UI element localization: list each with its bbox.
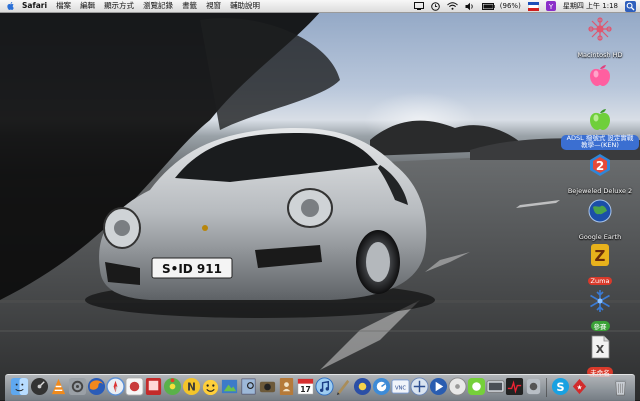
media-app-icon[interactable] xyxy=(467,377,486,396)
bejeweled-icon: 2 xyxy=(590,154,610,176)
vlc-icon[interactable] xyxy=(49,377,68,396)
flag-icon[interactable] xyxy=(527,1,539,11)
adium-icon[interactable] xyxy=(201,377,220,396)
menu-bookmarks[interactable]: 書籤 xyxy=(182,0,197,12)
poker-app-icon[interactable]: ★ xyxy=(570,377,589,396)
desktop-icon-snowflake[interactable]: 參賽 xyxy=(560,288,640,333)
trash-icon[interactable] xyxy=(611,377,630,396)
wifi-icon[interactable] xyxy=(446,2,458,10)
desktop-icon-label: Zuma xyxy=(587,277,613,285)
google-earth-icon xyxy=(588,199,612,223)
desktop-icon-label: 參賽 xyxy=(590,321,610,331)
desktop-icon-apple-green[interactable]: ADSL 撥號式 設定實戰教學—(KEN) xyxy=(560,106,640,151)
svg-text:2: 2 xyxy=(596,159,604,173)
dashboard-icon[interactable] xyxy=(30,377,49,396)
menu-help[interactable]: 輔助說明 xyxy=(230,0,260,12)
apple-menu-icon[interactable] xyxy=(6,1,16,11)
menu-status-area: (96%) Y 星期四 上午 1:18 xyxy=(407,0,636,12)
safari-icon[interactable] xyxy=(106,377,125,396)
desktop-icon-apple-pink[interactable] xyxy=(560,62,640,88)
desktop-icon-document[interactable]: X 未命名 xyxy=(560,334,640,379)
firefox-icon[interactable] xyxy=(87,377,106,396)
battery-percentage: (96%) xyxy=(499,2,521,10)
desktop-icon-label: Macintosh HD xyxy=(577,51,623,59)
photo-booth-icon[interactable] xyxy=(144,377,163,396)
activity-monitor-icon[interactable] xyxy=(505,377,524,396)
svg-text:17: 17 xyxy=(300,385,311,394)
svg-text:N: N xyxy=(187,381,196,393)
msn-messenger-icon[interactable]: N xyxy=(182,377,201,396)
menu-view[interactable]: 顯示方式 xyxy=(104,0,134,12)
menu-history[interactable]: 瀏覽記錄 xyxy=(143,0,173,12)
bittorrent-icon[interactable]: VNC xyxy=(391,377,410,396)
svg-text:S: S xyxy=(556,380,564,394)
ical-icon[interactable]: 17 xyxy=(296,377,315,396)
svg-text:Z: Z xyxy=(595,247,606,265)
desktop-icon-bejeweled[interactable]: 2 Bejeweled Deluxe 2 xyxy=(560,152,640,197)
apple-green-icon xyxy=(590,109,610,130)
wallpaper-scene: S•ID 911 xyxy=(0,0,640,400)
macintosh-hd-icon xyxy=(588,17,612,41)
cycle-app-icon[interactable] xyxy=(486,377,505,396)
menu-bar: Safari 檔案 編輯 顯示方式 瀏覽記錄 書籤 視窗 輔助說明 (96%) … xyxy=(0,0,640,13)
address-book-icon[interactable] xyxy=(277,377,296,396)
iphoto-icon[interactable] xyxy=(220,377,239,396)
image-capture-icon[interactable] xyxy=(258,377,277,396)
dock-separator xyxy=(546,378,547,397)
display-icon[interactable] xyxy=(413,2,424,10)
license-plate-text: S•ID 911 xyxy=(162,262,222,276)
qq-icon[interactable] xyxy=(372,377,391,396)
desktop-icon-macintosh-hd[interactable]: Macintosh HD xyxy=(560,16,640,61)
desktop-icon-label: Google Earth xyxy=(578,233,622,241)
svg-text:VNC: VNC xyxy=(395,385,406,391)
timemachine-icon[interactable] xyxy=(430,1,440,11)
preview-icon[interactable] xyxy=(239,377,258,396)
menu-clock[interactable]: 星期四 上午 1:18 xyxy=(563,1,618,11)
battery-icon[interactable]: (96%) xyxy=(481,2,521,10)
script-editor-icon[interactable] xyxy=(334,377,353,396)
document-icon: X xyxy=(591,335,610,359)
snowflake-icon xyxy=(590,290,610,312)
network-tool-icon[interactable] xyxy=(410,377,429,396)
svg-text:★: ★ xyxy=(577,383,583,391)
zuma-icon: Z xyxy=(591,244,609,266)
dock: N 17 VNC S ★ xyxy=(5,374,635,401)
dvd-player-icon[interactable] xyxy=(448,377,467,396)
menu-app-name[interactable]: Safari xyxy=(22,0,47,12)
skype-icon[interactable]: S xyxy=(551,377,570,396)
volume-icon[interactable] xyxy=(465,2,475,11)
menu-window[interactable]: 視窗 xyxy=(206,0,221,12)
icq-icon[interactable] xyxy=(163,377,182,396)
camino-icon[interactable] xyxy=(125,377,144,396)
itunes-icon[interactable] xyxy=(315,377,334,396)
spotlight-icon[interactable] xyxy=(625,0,636,12)
svg-text:X: X xyxy=(596,343,605,356)
finder-icon[interactable] xyxy=(10,377,29,396)
quicktime-icon[interactable] xyxy=(429,377,448,396)
desktop-icon-label: Bejeweled Deluxe 2 xyxy=(567,187,633,195)
desktop-icon-label: ADSL 撥號式 設定實戰教學—(KEN) xyxy=(561,134,639,150)
desktop-wallpaper: S•ID 911 xyxy=(0,0,640,400)
input-method-icon[interactable]: Y xyxy=(545,1,556,11)
desktop-icon-google-earth[interactable]: Google Earth xyxy=(560,198,640,243)
menu-edit[interactable]: 編輯 xyxy=(80,0,95,12)
svg-text:Y: Y xyxy=(548,3,554,11)
desktop-icon-zuma[interactable]: Z Zuma xyxy=(560,242,640,287)
apple-pink-icon xyxy=(590,65,610,86)
system-preferences-icon[interactable] xyxy=(68,377,87,396)
menu-file[interactable]: 檔案 xyxy=(56,0,71,12)
recorder-icon[interactable] xyxy=(524,377,543,396)
mac-the-ripper-icon[interactable] xyxy=(353,377,372,396)
